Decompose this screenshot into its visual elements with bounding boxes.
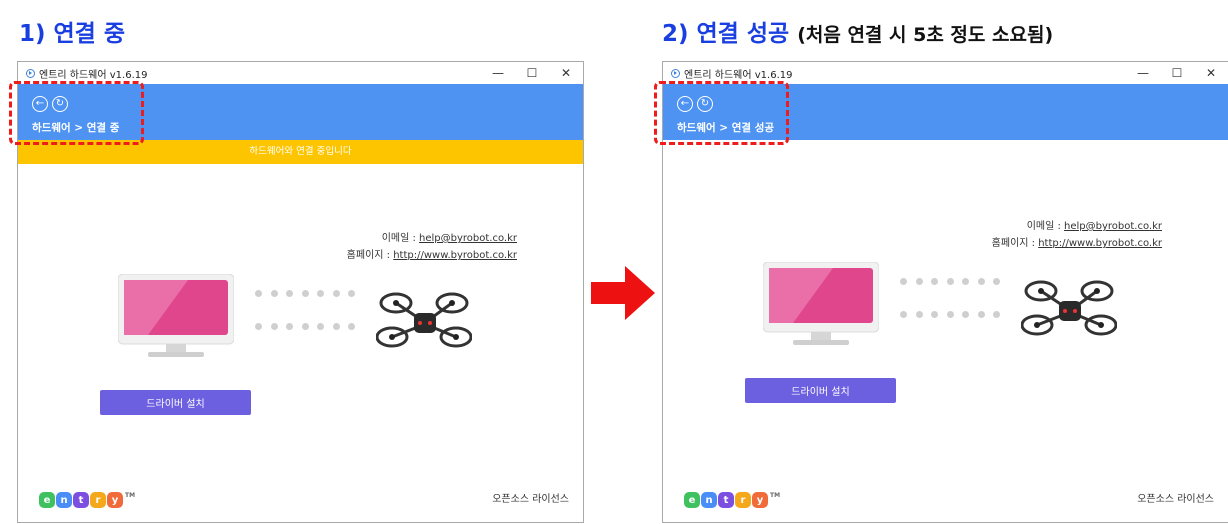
entry-logo-letter: y bbox=[107, 492, 123, 508]
contact-info: 이메일 : help@byrobot.co.kr 홈페이지 : http://w… bbox=[992, 218, 1162, 252]
homepage-label: 홈페이지 : bbox=[346, 250, 394, 261]
next-step-arrow-icon bbox=[591, 266, 655, 320]
entry-logo-letter: t bbox=[73, 492, 89, 508]
connection-dots-bottom bbox=[900, 311, 1000, 318]
highlight-box-connecting bbox=[9, 81, 144, 145]
entry-logo-letter: n bbox=[701, 492, 717, 508]
email-label: 이메일 : bbox=[1026, 221, 1065, 232]
drone-icon bbox=[376, 292, 472, 348]
maximize-button[interactable]: ☐ bbox=[1160, 62, 1194, 84]
email-label: 이메일 : bbox=[381, 233, 420, 244]
entry-app-icon bbox=[671, 68, 680, 78]
step1-heading-text: 1) 연결 중 bbox=[19, 21, 126, 47]
window-title: 엔트리 하드웨어 v1.6.19 bbox=[684, 69, 793, 81]
entry-logo-letter: r bbox=[90, 492, 106, 508]
open-source-license-link[interactable]: 오픈소스 라이선스 bbox=[492, 490, 569, 505]
drone-icon bbox=[1021, 280, 1117, 336]
step2-heading-note: (처음 연결 시 5초 정도 소요됨) bbox=[797, 24, 1054, 46]
trademark-mark: TM bbox=[770, 492, 781, 499]
homepage-link[interactable]: http://www.byrobot.co.kr bbox=[393, 250, 517, 261]
entry-logo: e n t r y TM bbox=[39, 492, 135, 508]
close-button[interactable]: ✕ bbox=[549, 62, 583, 84]
computer-monitor-icon bbox=[763, 262, 879, 345]
highlight-box-connected bbox=[654, 81, 789, 145]
driver-install-button[interactable]: 드라이버 설치 bbox=[745, 378, 896, 403]
driver-install-button[interactable]: 드라이버 설치 bbox=[100, 390, 251, 415]
entry-logo-letter: r bbox=[735, 492, 751, 508]
entry-app-icon bbox=[26, 68, 35, 78]
entry-logo-letter: t bbox=[718, 492, 734, 508]
entry-logo: e n t r y TM bbox=[684, 492, 780, 508]
contact-info: 이메일 : help@byrobot.co.kr 홈페이지 : http://w… bbox=[347, 230, 517, 264]
window-title: 엔트리 하드웨어 v1.6.19 bbox=[39, 69, 148, 81]
trademark-mark: TM bbox=[125, 492, 136, 499]
maximize-button[interactable]: ☐ bbox=[515, 62, 549, 84]
step2-heading-text: 2) 연결 성공 bbox=[662, 21, 790, 47]
email-link[interactable]: help@byrobot.co.kr bbox=[1064, 221, 1162, 232]
step2-heading: 2) 연결 성공 (처음 연결 시 5초 정도 소요됨) bbox=[662, 14, 1053, 48]
entry-logo-letter: y bbox=[752, 492, 768, 508]
minimize-button[interactable]: — bbox=[1126, 62, 1160, 84]
entry-logo-letter: e bbox=[39, 492, 55, 508]
entry-logo-letter: e bbox=[684, 492, 700, 508]
entry-logo-letter: n bbox=[56, 492, 72, 508]
connection-dots-bottom bbox=[255, 323, 355, 330]
step1-heading: 1) 연결 중 bbox=[19, 14, 125, 48]
close-button[interactable]: ✕ bbox=[1194, 62, 1228, 84]
minimize-button[interactable]: — bbox=[481, 62, 515, 84]
computer-monitor-icon bbox=[118, 274, 234, 357]
connection-dots-top bbox=[255, 290, 355, 297]
homepage-link[interactable]: http://www.byrobot.co.kr bbox=[1038, 238, 1162, 249]
email-link[interactable]: help@byrobot.co.kr bbox=[419, 233, 517, 244]
homepage-label: 홈페이지 : bbox=[991, 238, 1039, 249]
open-source-license-link[interactable]: 오픈소스 라이선스 bbox=[1137, 490, 1214, 505]
connection-dots-top bbox=[900, 278, 1000, 285]
